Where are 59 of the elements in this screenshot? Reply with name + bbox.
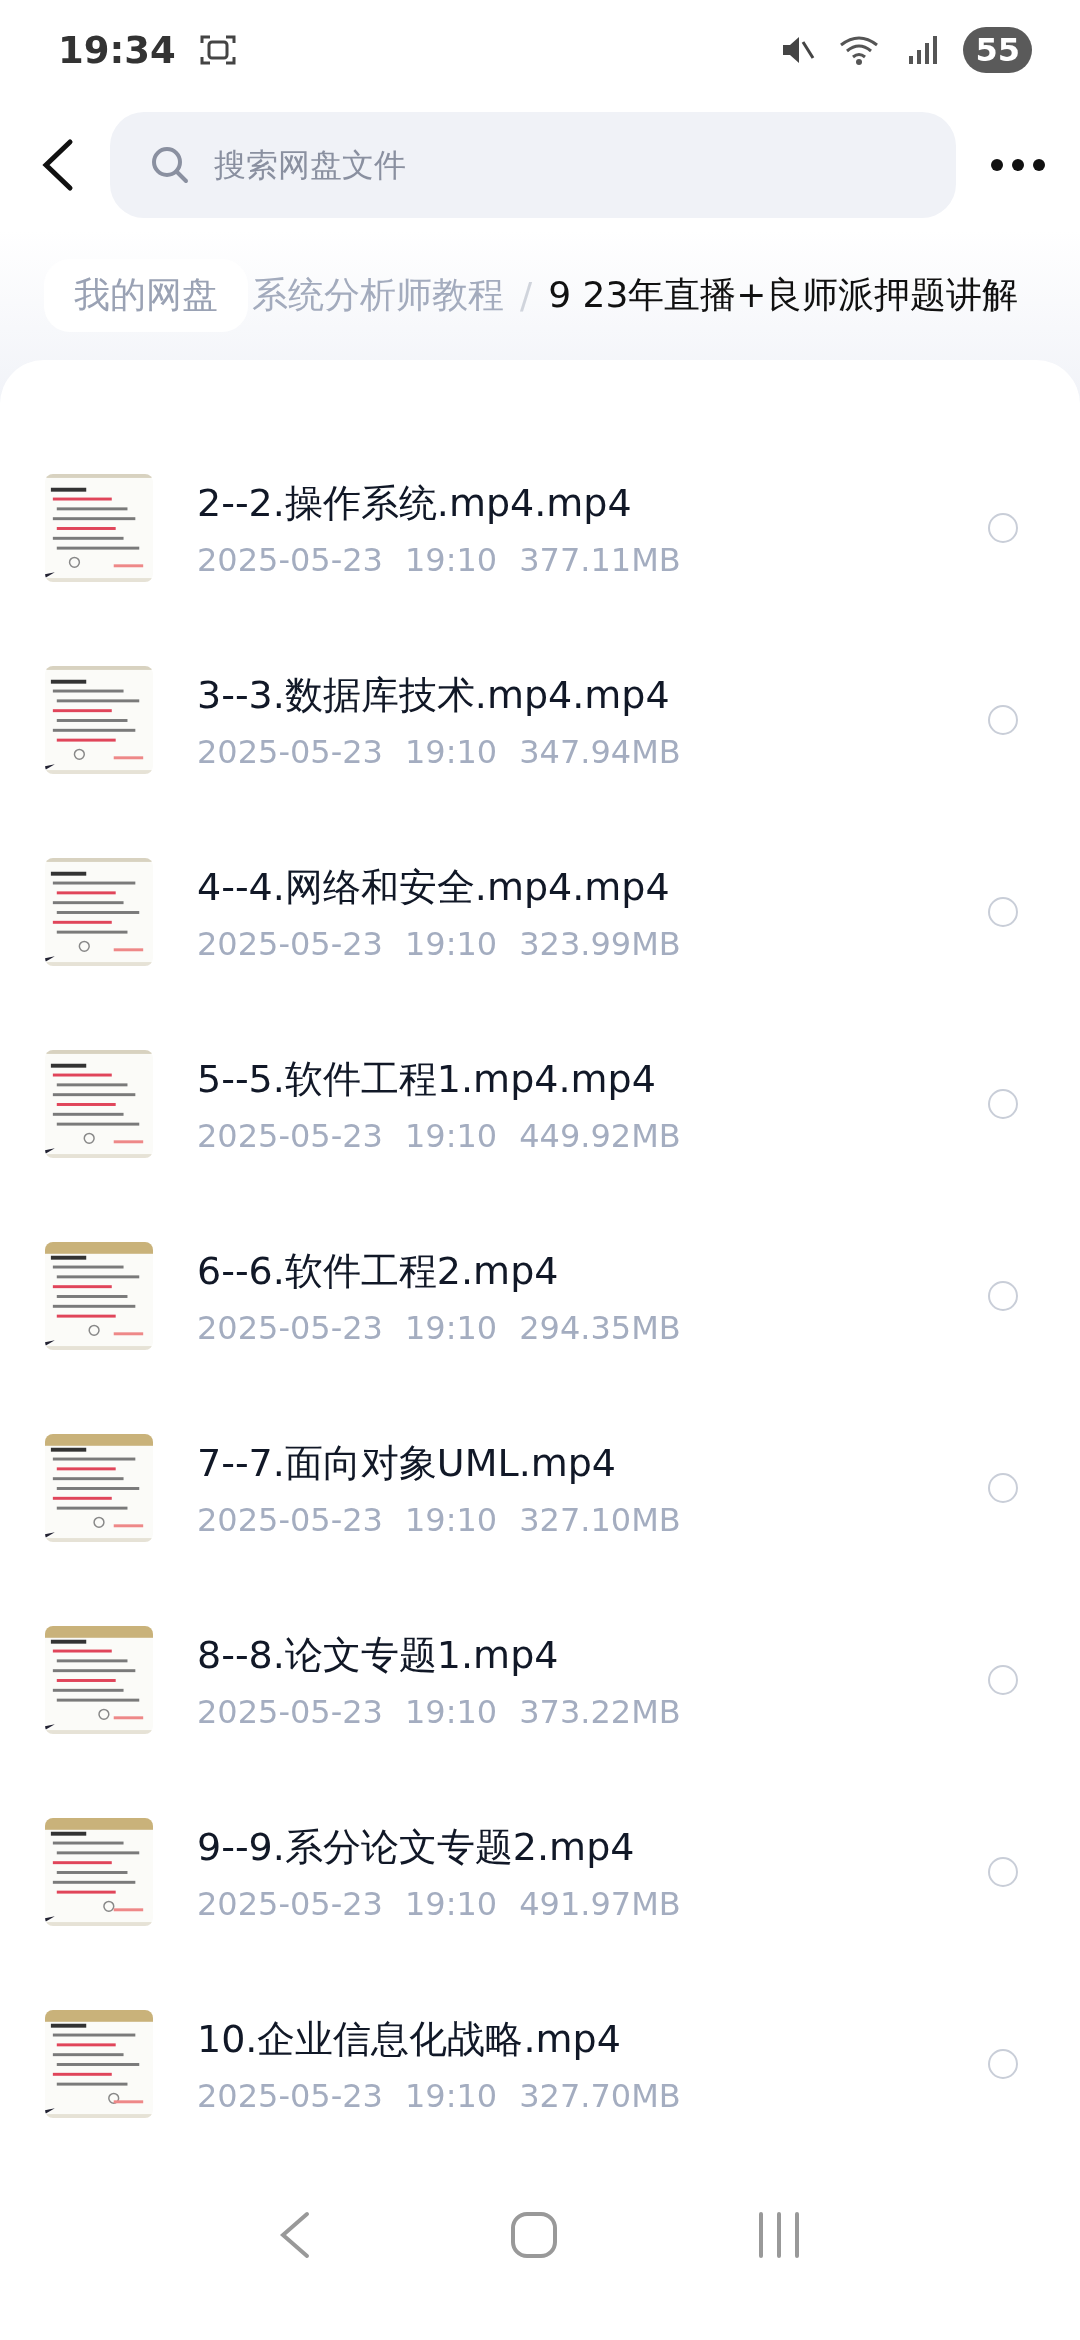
file-time: 19:10: [404, 1692, 498, 1731]
select-radio[interactable]: [988, 897, 1018, 927]
file-size: 294.35MB: [519, 1308, 681, 1347]
file-size: 347.94MB: [519, 732, 681, 771]
select-radio[interactable]: [988, 1473, 1018, 1503]
file-time: 19:10: [404, 2076, 498, 2115]
home-icon[interactable]: [510, 2211, 558, 2259]
select-radio[interactable]: [988, 1089, 1018, 1119]
file-time: 19:10: [404, 1884, 498, 1923]
status-time: 19:34: [58, 28, 176, 72]
battery-level: 55: [963, 27, 1032, 73]
file-date: 2025-05-23: [197, 1500, 383, 1539]
file-name[interactable]: 7--7.面向对象UML.mp4: [197, 1437, 988, 1489]
file-size: 377.11MB: [519, 540, 681, 579]
search-field[interactable]: 搜索网盘文件: [212, 145, 916, 185]
signal-icon: [907, 34, 940, 66]
file-time: 19:10: [404, 1500, 498, 1539]
file-time: 19:10: [404, 1116, 498, 1155]
screenshot-icon: [199, 33, 236, 67]
more-icon[interactable]: [990, 158, 1046, 172]
file-size: 449.92MB: [519, 1116, 681, 1155]
file-size: 373.22MB: [519, 1692, 681, 1731]
file-date: 2025-05-23: [197, 732, 383, 771]
file-date: 2025-05-23: [197, 924, 383, 963]
file-size: 327.70MB: [519, 2076, 681, 2115]
select-radio[interactable]: [988, 1857, 1018, 1887]
file-size: 323.99MB: [519, 924, 681, 963]
back-nav-icon[interactable]: [279, 2211, 312, 2259]
file-date: 2025-05-23: [197, 1308, 383, 1347]
breadcrumb-current: 9 23年直播+良师派押题讲解: [548, 272, 1019, 317]
file-date: 2025-05-23: [197, 1884, 383, 1923]
file-time: 19:10: [404, 924, 498, 963]
file-date: 2025-05-23: [197, 1116, 383, 1155]
file-time: 19:10: [404, 732, 498, 771]
file-name[interactable]: 6--6.软件工程2.mp4: [197, 1245, 988, 1297]
file-size: 327.10MB: [519, 1500, 681, 1539]
select-radio[interactable]: [988, 1281, 1018, 1311]
file-date: 2025-05-23: [197, 2076, 383, 2115]
file-time: 19:10: [404, 1308, 498, 1347]
file-date: 2025-05-23: [197, 1692, 383, 1731]
file-date: 2025-05-23: [197, 540, 383, 579]
file-name[interactable]: 9--9.系分论文专题2.mp4: [197, 1821, 988, 1873]
mute-icon: [781, 34, 816, 66]
select-radio[interactable]: [988, 513, 1018, 543]
file-size: 491.97MB: [519, 1884, 681, 1923]
file-name[interactable]: 3--3.数据库技术.mp4.mp4: [197, 669, 988, 721]
file-name[interactable]: 4--4.网络和安全.mp4.mp4: [197, 861, 988, 913]
file-name[interactable]: 10.企业信息化战略.mp4: [197, 2013, 988, 2065]
file-name[interactable]: 5--5.软件工程1.mp4.mp4: [197, 1053, 988, 1105]
search-bar[interactable]: 搜索网盘文件: [110, 112, 956, 218]
breadcrumb-separator: /: [520, 274, 533, 316]
search-icon: [150, 145, 190, 185]
select-radio[interactable]: [988, 2049, 1018, 2079]
file-time: 19:10: [404, 540, 498, 579]
file-name[interactable]: 8--8.论文专题1.mp4: [197, 1629, 988, 1681]
recents-icon[interactable]: [756, 2211, 801, 2259]
file-name[interactable]: 2--2.操作系统.mp4.mp4: [197, 477, 988, 529]
select-radio[interactable]: [988, 705, 1018, 735]
select-radio[interactable]: [988, 1665, 1018, 1695]
